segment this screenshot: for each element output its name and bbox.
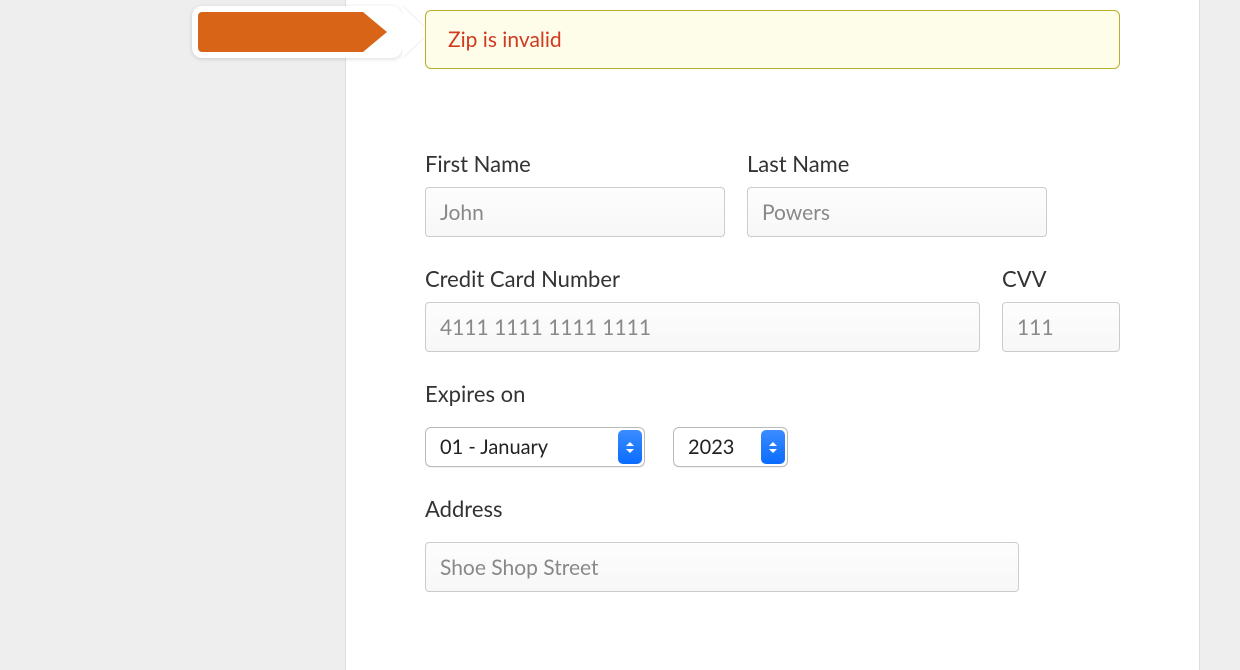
expiry-year-select[interactable]: 2023: [673, 427, 788, 467]
cvv-label: CVV: [1002, 265, 1120, 292]
last-name-label: Last Name: [747, 150, 1047, 177]
card-number-label: Credit Card Number: [425, 265, 980, 292]
cvv-input[interactable]: [1002, 302, 1120, 352]
expires-label: Expires on: [425, 380, 1120, 407]
payment-form: First Name Last Name Credit Card Number …: [425, 150, 1120, 620]
last-name-input[interactable]: [747, 187, 1047, 237]
expiry-month-value: 01 - January: [440, 435, 548, 459]
address-label: Address: [425, 495, 1120, 522]
first-name-label: First Name: [425, 150, 725, 177]
chevron-updown-icon: [618, 430, 642, 464]
validation-alert: Zip is invalid: [425, 10, 1120, 69]
address-input[interactable]: [425, 542, 1019, 592]
chevron-updown-icon: [761, 430, 785, 464]
expiry-year-value: 2023: [688, 435, 734, 459]
validation-alert-text: Zip is invalid: [448, 27, 562, 52]
expiry-month-select[interactable]: 01 - January: [425, 427, 645, 467]
callout-arrow-fill: [198, 12, 363, 52]
callout-arrow: [192, 6, 402, 58]
first-name-input[interactable]: [425, 187, 725, 237]
card-number-input[interactable]: [425, 302, 980, 352]
